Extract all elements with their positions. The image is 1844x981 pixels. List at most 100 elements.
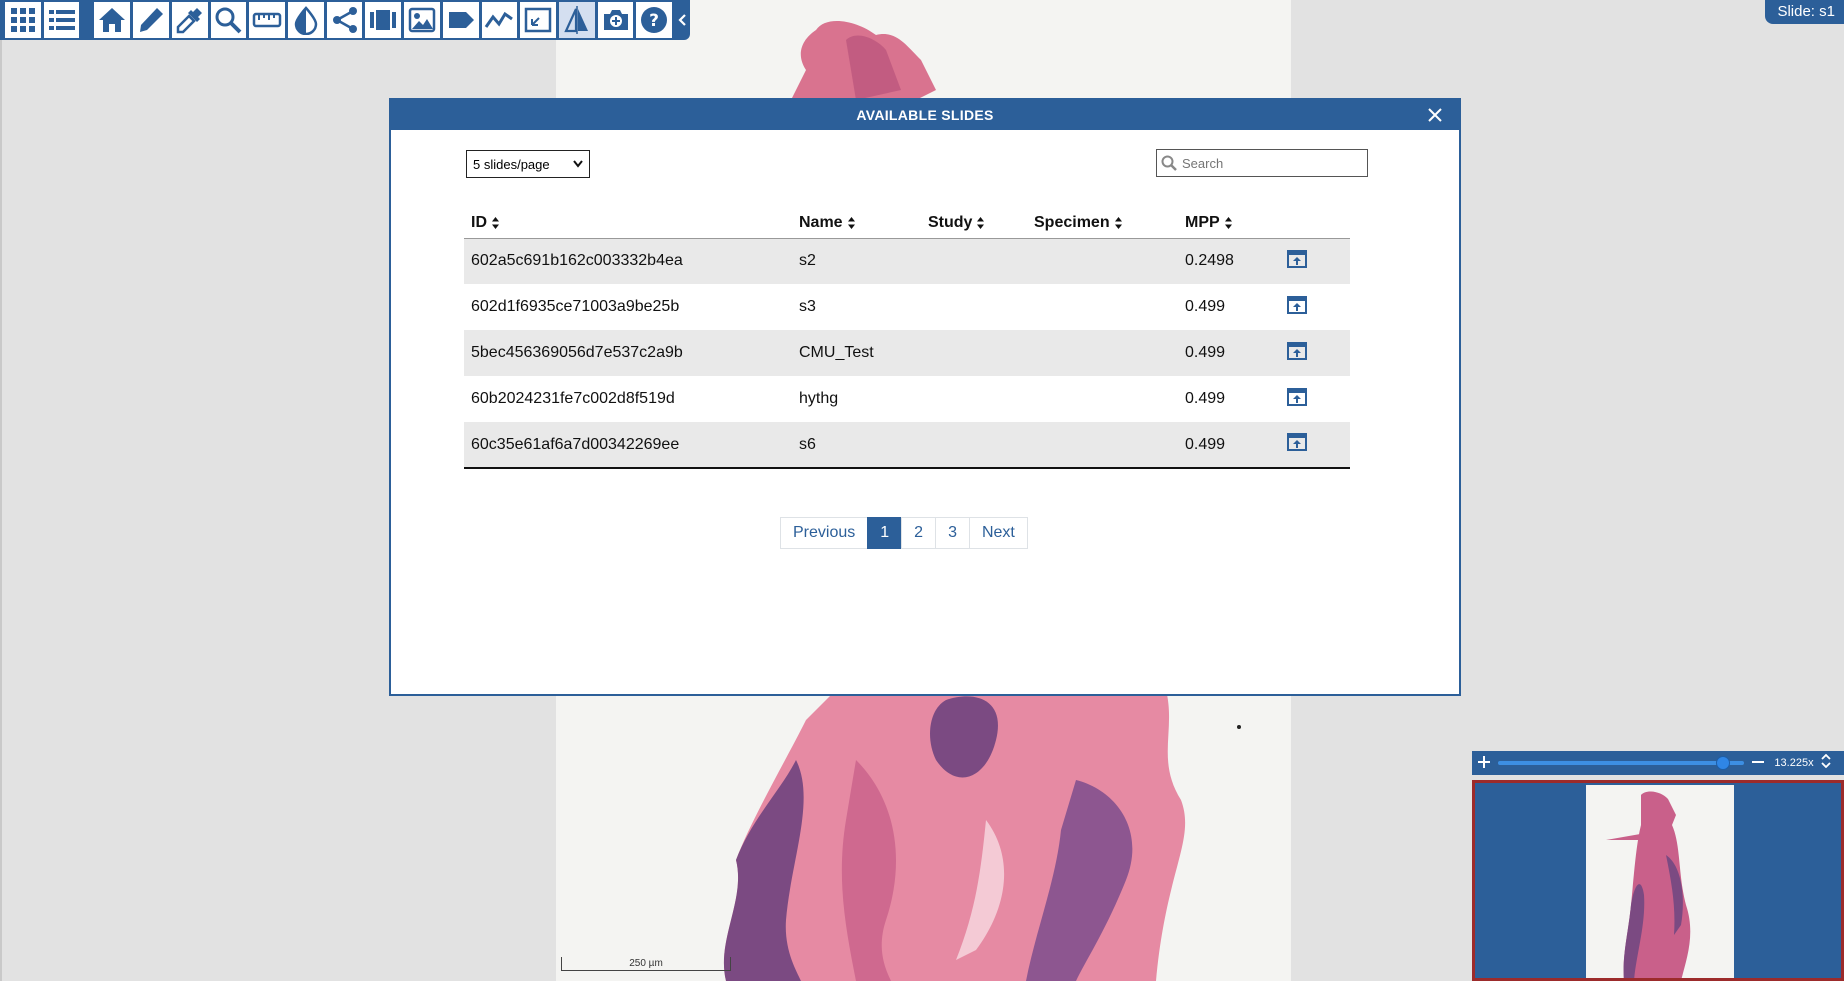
side-by-side-button[interactable]: [364, 1, 403, 39]
scale-bar: 250 µm: [561, 957, 731, 971]
table-row[interactable]: 602a5c691b162c003332b4ea s2 0.2498: [464, 238, 1350, 284]
sort-icon: [492, 216, 499, 229]
dialog-header: AVAILABLE SLIDES: [391, 100, 1459, 130]
column-label: Study: [928, 213, 973, 231]
labeling-button[interactable]: [441, 1, 480, 39]
fullscreen-button[interactable]: [519, 1, 557, 39]
slide-specimen-cell: [1027, 284, 1178, 330]
segment-button[interactable]: [480, 1, 519, 39]
open-slide-icon: [1287, 433, 1307, 451]
split-view-icon: [564, 6, 588, 34]
zoom-level: 13.225x: [1774, 757, 1814, 769]
close-button[interactable]: [1423, 103, 1447, 127]
share-button[interactable]: [325, 1, 364, 39]
slide-id-cell: 602a5c691b162c003332b4ea: [471, 252, 683, 270]
home-button[interactable]: [93, 1, 132, 39]
column-label: Name: [799, 213, 843, 231]
main-toolbar: ?: [0, 0, 690, 40]
column-header-actions: [1280, 208, 1350, 238]
column-header-specimen[interactable]: Specimen: [1027, 208, 1178, 238]
zoom-slider[interactable]: [1498, 751, 1744, 775]
open-slide-button[interactable]: [1287, 341, 1307, 365]
slide-id-cell: 602d1f6935ce71003a9be25b: [471, 298, 680, 315]
slide-name-cell: s2: [799, 252, 816, 270]
page-button-1[interactable]: 1: [867, 517, 903, 549]
column-header-name[interactable]: Name: [792, 208, 921, 238]
apps-button[interactable]: [4, 1, 42, 39]
magnifier-button[interactable]: [209, 1, 248, 39]
slide-study-cell: [921, 330, 1027, 376]
measurement-button[interactable]: [248, 1, 286, 39]
ruler-icon: [252, 12, 282, 28]
slide-actions-cell: [1280, 376, 1350, 422]
slide-study-cell: [921, 376, 1027, 422]
page-button-2[interactable]: 2: [901, 517, 937, 549]
sort-icon: [977, 216, 985, 229]
open-slide-button[interactable]: [1287, 387, 1307, 411]
table-row[interactable]: 60b2024231fe7c002d8f519d hythg 0.499: [464, 376, 1350, 422]
home-icon: [99, 8, 126, 32]
slide-study-cell: [921, 422, 1027, 468]
slide-name-badge: Slide: s1: [1765, 0, 1844, 24]
slide-actions-cell: [1280, 284, 1350, 330]
previous-page-button[interactable]: Previous: [780, 517, 869, 549]
page-button-3[interactable]: 3: [935, 517, 970, 549]
enhance-button[interactable]: [286, 1, 325, 39]
minus-icon: [1752, 760, 1764, 763]
draw-button[interactable]: [132, 1, 170, 39]
sort-icon: [1114, 216, 1122, 229]
open-slide-button[interactable]: [1287, 295, 1307, 319]
navigator-minimap[interactable]: [1472, 780, 1844, 981]
zoom-slider-handle[interactable]: [1716, 756, 1731, 770]
plus-icon: [1478, 755, 1490, 768]
slide-actions-cell: [1280, 238, 1350, 284]
slide-id-cell: 60b2024231fe7c002d8f519d: [471, 390, 675, 407]
chevron-left-icon: [678, 14, 686, 26]
slide-name-cell: hythg: [799, 390, 839, 407]
search-input[interactable]: [1182, 155, 1362, 171]
table-row[interactable]: 602d1f6935ce71003a9be25b s3 0.499: [464, 284, 1350, 330]
slide-mpp-cell: 0.499: [1185, 344, 1226, 361]
label-tag-icon: [448, 12, 474, 28]
magnifier-icon: [215, 7, 242, 34]
screenshot-button[interactable]: [596, 1, 635, 39]
slides-per-page-select[interactable]: 5 slides/page: [466, 150, 590, 178]
navigator-collapse-button[interactable]: [1816, 753, 1836, 773]
open-slide-button[interactable]: [1287, 433, 1307, 456]
heatmap-button[interactable]: [403, 1, 441, 39]
slide-name-cell: CMU_Test: [799, 344, 874, 361]
preset-label-button[interactable]: [170, 1, 209, 39]
share-icon: [332, 7, 357, 33]
collapse-icon: [1821, 753, 1831, 768]
thumbnail-tissue: [1606, 791, 1691, 978]
table-row[interactable]: 5bec456369056d7e537c2a9b CMU_Test 0.499: [464, 330, 1350, 376]
open-slide-icon: [1287, 249, 1307, 268]
pencil-icon: [139, 8, 163, 32]
zoom-in-button[interactable]: [1472, 752, 1496, 775]
table-row[interactable]: 60c35e61af6a7d00342269ee s6 0.499: [464, 422, 1350, 468]
toolbar-collapse-button[interactable]: [674, 1, 690, 39]
slide-name-cell: s6: [799, 435, 816, 453]
zoom-out-button[interactable]: [1744, 752, 1772, 775]
sort-icon: [1224, 216, 1232, 229]
help-button[interactable]: ?: [635, 1, 674, 39]
search-icon: [1161, 155, 1177, 171]
slide-actions-cell: [1280, 330, 1350, 376]
slide-actions-cell: [1280, 422, 1350, 468]
column-header-mpp[interactable]: MPP: [1178, 208, 1280, 238]
open-slide-button[interactable]: [1287, 249, 1307, 273]
column-header-study[interactable]: Study: [921, 208, 1027, 238]
slide-id-cell: 60c35e61af6a7d00342269ee: [471, 435, 680, 453]
toolbar-separator: [81, 1, 93, 39]
next-page-button[interactable]: Next: [968, 517, 1028, 549]
open-slide-icon: [1287, 387, 1307, 406]
slide-capture-button[interactable]: [557, 1, 596, 39]
layers-button[interactable]: [42, 1, 81, 39]
open-slide-icon: [1287, 341, 1307, 360]
slide-thumbnail: [1586, 785, 1734, 978]
column-header-id[interactable]: ID: [464, 208, 792, 238]
available-slides-dialog: AVAILABLE SLIDES 5 slides/page ID Name S…: [389, 98, 1461, 696]
eyedropper-icon: [176, 8, 202, 34]
slides-table: ID Name Study Specimen MPP 602a5c691b162…: [464, 208, 1350, 469]
slide-study-cell: [921, 238, 1027, 284]
